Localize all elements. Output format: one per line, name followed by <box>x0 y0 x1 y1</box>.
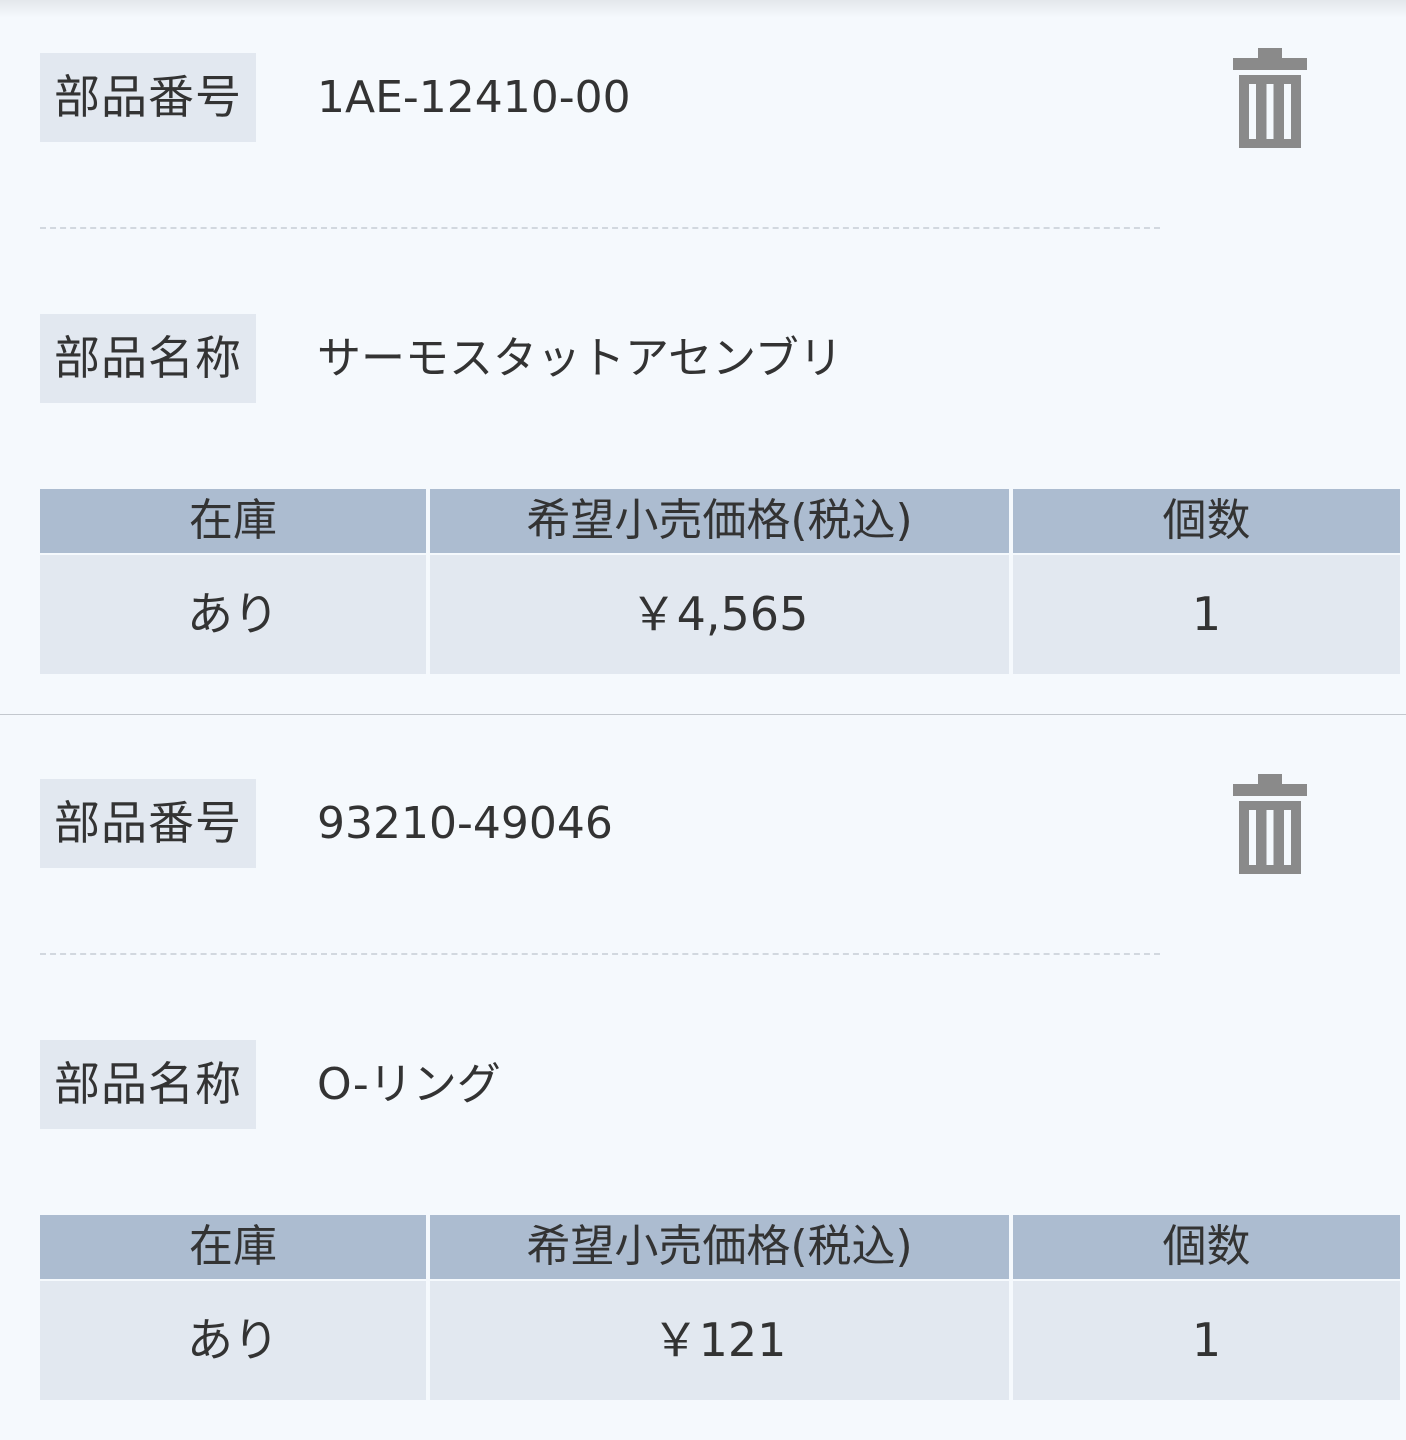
trash-icon <box>1233 774 1307 874</box>
delete-button[interactable] <box>1233 48 1307 150</box>
part-name-value: サーモスタットアセンブリ <box>317 333 843 384</box>
quantity-header: 個数 <box>1013 1215 1400 1279</box>
part-number-label: 部品番号 <box>40 779 256 868</box>
quantity-header: 個数 <box>1013 489 1400 553</box>
part-number-value: 1AE-12410-00 <box>317 72 631 123</box>
item-info-table: 在庫 希望小売価格(税込) 個数 あり ￥4,565 1 <box>40 489 1400 674</box>
cart-item: 部品番号 93210-49046 部品名称 O-リング 在庫 希望小売価格(税込… <box>0 726 1406 1440</box>
price-value: ￥4,565 <box>430 555 1009 674</box>
stock-value: あり <box>40 1281 426 1400</box>
dashed-divider <box>40 227 1160 229</box>
part-name-label: 部品名称 <box>40 1040 256 1129</box>
price-header: 希望小売価格(税込) <box>430 489 1009 553</box>
stock-value: あり <box>40 555 426 674</box>
cart-item: 部品番号 1AE-12410-00 部品名称 サーモスタットアセンブリ 在庫 希… <box>0 0 1406 715</box>
stock-header: 在庫 <box>40 1215 426 1279</box>
part-number-value: 93210-49046 <box>317 798 613 849</box>
dashed-divider <box>40 953 1160 955</box>
price-header: 希望小売価格(税込) <box>430 1215 1009 1279</box>
part-name-value: O-リング <box>317 1059 501 1110</box>
part-number-label: 部品番号 <box>40 53 256 142</box>
item-info-table: 在庫 希望小売価格(税込) 個数 あり ￥121 1 <box>40 1215 1400 1400</box>
stock-header: 在庫 <box>40 489 426 553</box>
quantity-value: 1 <box>1013 1281 1400 1400</box>
trash-icon <box>1233 48 1307 148</box>
price-value: ￥121 <box>430 1281 1009 1400</box>
quantity-value: 1 <box>1013 555 1400 674</box>
delete-button[interactable] <box>1233 774 1307 876</box>
item-separator <box>0 714 1406 715</box>
part-name-label: 部品名称 <box>40 314 256 403</box>
